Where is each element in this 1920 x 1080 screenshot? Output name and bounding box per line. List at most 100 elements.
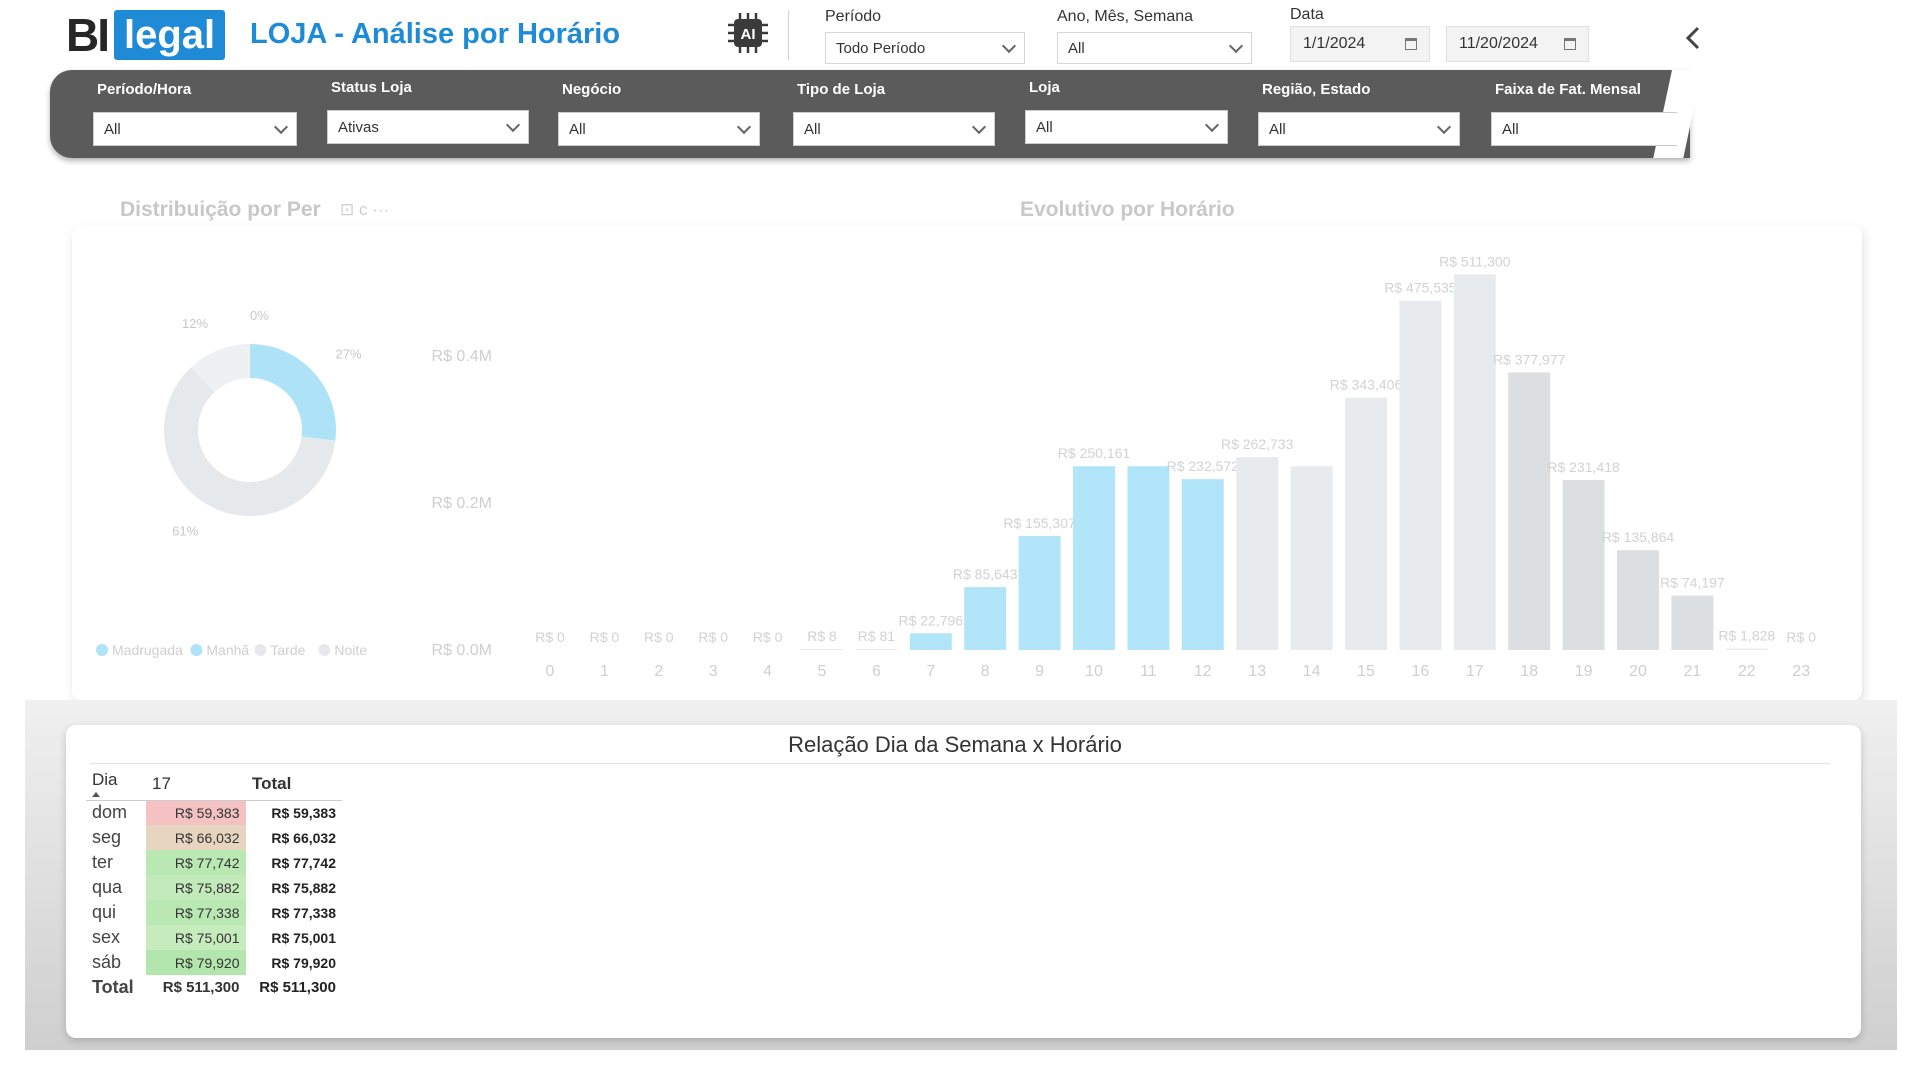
bar-hour-10[interactable]	[1073, 466, 1115, 650]
column-header-hour[interactable]: 17	[146, 768, 246, 801]
x-axis-tick-label: 4	[763, 663, 772, 680]
column-header-dia[interactable]: Dia	[86, 768, 146, 801]
bar-hour-17[interactable]	[1453, 274, 1496, 650]
bar-hour-15[interactable]	[1345, 397, 1387, 650]
legend-item-madrugada[interactable]: Madrugada	[112, 642, 183, 658]
header-divider	[788, 10, 789, 60]
ai-chip-icon[interactable]: AI	[727, 12, 769, 54]
bar-chart[interactable]: R$ 0.0M R$ 0.2M R$ 0.4M R$ 0 0 R$ 0 1 R$ 0 2 R$ 0…	[420, 240, 1840, 690]
matrix-row-dom[interactable]: dom R$ 59,383 R$ 59,383	[86, 800, 342, 825]
filter-regiao-estado-dropdown[interactable]: All	[1258, 112, 1460, 146]
bar-hour-13[interactable]	[1236, 456, 1279, 650]
bar-hour-8[interactable]	[964, 587, 1007, 650]
row-header-day: Total	[92, 977, 134, 997]
bar-data-label: R$ 22,796	[898, 612, 963, 628]
donut-chart[interactable]: 0% 27% 61% 12% Madrugada Manhã Tarde Noite	[90, 300, 430, 670]
cell-hour-value[interactable]: R$ 77,742	[146, 850, 247, 875]
cell-hour-value[interactable]: R$ 511,300	[146, 975, 247, 1000]
column-header-label: Dia	[92, 770, 118, 790]
matrix-row-qui[interactable]: qui R$ 77,338 R$ 77,338	[86, 900, 342, 925]
filter-status-loja-dropdown[interactable]: Ativas	[327, 110, 529, 144]
filter-faixa-fat-mensal-dropdown[interactable]: All	[1491, 112, 1677, 146]
legend-marker	[96, 644, 108, 656]
matrix-row-sex[interactable]: sex R$ 75,001 R$ 75,001	[86, 925, 342, 950]
cell-total-value[interactable]: R$ 75,882	[246, 875, 342, 900]
bar-hour-16[interactable]	[1399, 300, 1442, 650]
bar-hour-21[interactable]	[1671, 595, 1714, 650]
x-axis-tick-label: 19	[1575, 663, 1593, 680]
periodo-dropdown[interactable]: Todo Período	[825, 32, 1025, 64]
filter-value: Ativas	[338, 118, 379, 136]
row-header-day: seg	[92, 827, 122, 847]
bar-data-label: R$ 0	[590, 629, 620, 645]
calendar-icon[interactable]	[1405, 38, 1417, 50]
bar-hour-12[interactable]	[1181, 479, 1224, 650]
cell-total-value[interactable]: R$ 511,300	[246, 975, 342, 1000]
filter-value: All	[804, 120, 821, 138]
start-date-input[interactable]: 1/1/2024	[1290, 26, 1430, 62]
cell-hour-value[interactable]: R$ 75,882	[146, 875, 247, 900]
cell-total-value[interactable]: R$ 79,920	[246, 950, 342, 975]
chevron-left-icon[interactable]	[1683, 24, 1703, 52]
matrix-row-ter[interactable]: ter R$ 77,742 R$ 77,742	[86, 850, 342, 875]
matrix-row-seg[interactable]: seg R$ 66,032 R$ 66,032	[86, 825, 342, 850]
cell-hour-value[interactable]: R$ 59,383	[146, 800, 247, 825]
filter-value: All	[1269, 120, 1286, 138]
filter-loja-dropdown[interactable]: All	[1025, 110, 1228, 144]
cell-total-value[interactable]: R$ 75,001	[246, 925, 342, 950]
bar-data-label: R$ 343,406	[1330, 377, 1403, 393]
ano-mes-semana-dropdown[interactable]: All	[1057, 32, 1252, 64]
y-axis-tick-label: R$ 0.0M	[432, 642, 492, 659]
cell-hour-value[interactable]: R$ 75,001	[146, 925, 247, 950]
filter-label-status-loja: Status Loja	[331, 79, 412, 96]
bar-hour-18[interactable]	[1508, 372, 1551, 650]
matrix-title: Relação Dia da Semana x Horário	[788, 732, 1122, 757]
bar-data-label: R$ 0	[644, 629, 674, 645]
legend-item-manhã[interactable]: Manhã	[206, 642, 249, 658]
donut-title: Distribuição por Per	[120, 198, 321, 221]
filter-tipo-de-loja-dropdown[interactable]: All	[793, 112, 995, 146]
x-axis-tick-label: 12	[1194, 663, 1212, 680]
bar-hour-6[interactable]	[855, 649, 898, 650]
bar-hour-7[interactable]	[909, 633, 952, 650]
matrix-row-sáb[interactable]: sáb R$ 79,920 R$ 79,920	[86, 950, 342, 975]
x-axis-tick-label: 9	[1035, 663, 1044, 680]
row-header-day: sex	[92, 927, 121, 947]
cell-total-value[interactable]: R$ 77,742	[246, 850, 342, 875]
end-date-input[interactable]: 11/20/2024	[1446, 26, 1589, 62]
bar-data-label: R$ 262,733	[1221, 436, 1294, 452]
cell-total-value[interactable]: R$ 77,338	[246, 900, 342, 925]
cell-total-value[interactable]: R$ 66,032	[246, 825, 342, 850]
x-axis-tick-label: 7	[926, 663, 935, 680]
x-axis-tick-label: 21	[1684, 663, 1702, 680]
bar-hour-20[interactable]	[1617, 550, 1659, 650]
matrix-total-row[interactable]: Total R$ 511,300 R$ 511,300	[86, 975, 342, 1000]
chevron-down-icon	[1436, 119, 1452, 134]
cell-hour-value[interactable]: R$ 79,920	[146, 950, 247, 975]
matrix-row-qua[interactable]: qua R$ 75,882 R$ 75,882	[86, 875, 342, 900]
bar-hour-11[interactable]	[1127, 466, 1170, 650]
cell-hour-value[interactable]: R$ 66,032	[146, 825, 247, 850]
calendar-icon[interactable]	[1564, 38, 1576, 50]
bar-hour-19[interactable]	[1562, 479, 1605, 650]
cell-hour-value[interactable]: R$ 77,338	[146, 900, 247, 925]
svg-text:AI: AI	[741, 26, 756, 43]
bar-hour-5[interactable]	[801, 649, 843, 650]
matrix-title-rule	[90, 763, 1830, 764]
bar-hour-14[interactable]	[1290, 466, 1333, 650]
filter-negocio-dropdown[interactable]: All	[558, 112, 760, 146]
bar-data-label: R$ 85,643	[953, 566, 1018, 582]
visual-header-icons[interactable]: ⊡ c ···	[340, 200, 389, 220]
filter-value: All	[1036, 118, 1053, 136]
donut-slice-label: 12%	[182, 316, 208, 331]
x-axis-tick-label: 16	[1412, 663, 1430, 680]
column-header-total[interactable]: Total	[246, 768, 342, 801]
filter-periodo-hora-dropdown[interactable]: All	[93, 112, 297, 146]
legend-item-noite[interactable]: Noite	[334, 642, 367, 658]
legend-item-tarde[interactable]: Tarde	[270, 642, 305, 658]
bar-hour-9[interactable]	[1018, 535, 1061, 650]
cell-total-value[interactable]: R$ 59,383	[246, 800, 342, 825]
legend-marker	[254, 644, 267, 656]
bar-hour-22[interactable]	[1725, 648, 1768, 650]
donut-slice-manhã[interactable]	[250, 344, 336, 441]
